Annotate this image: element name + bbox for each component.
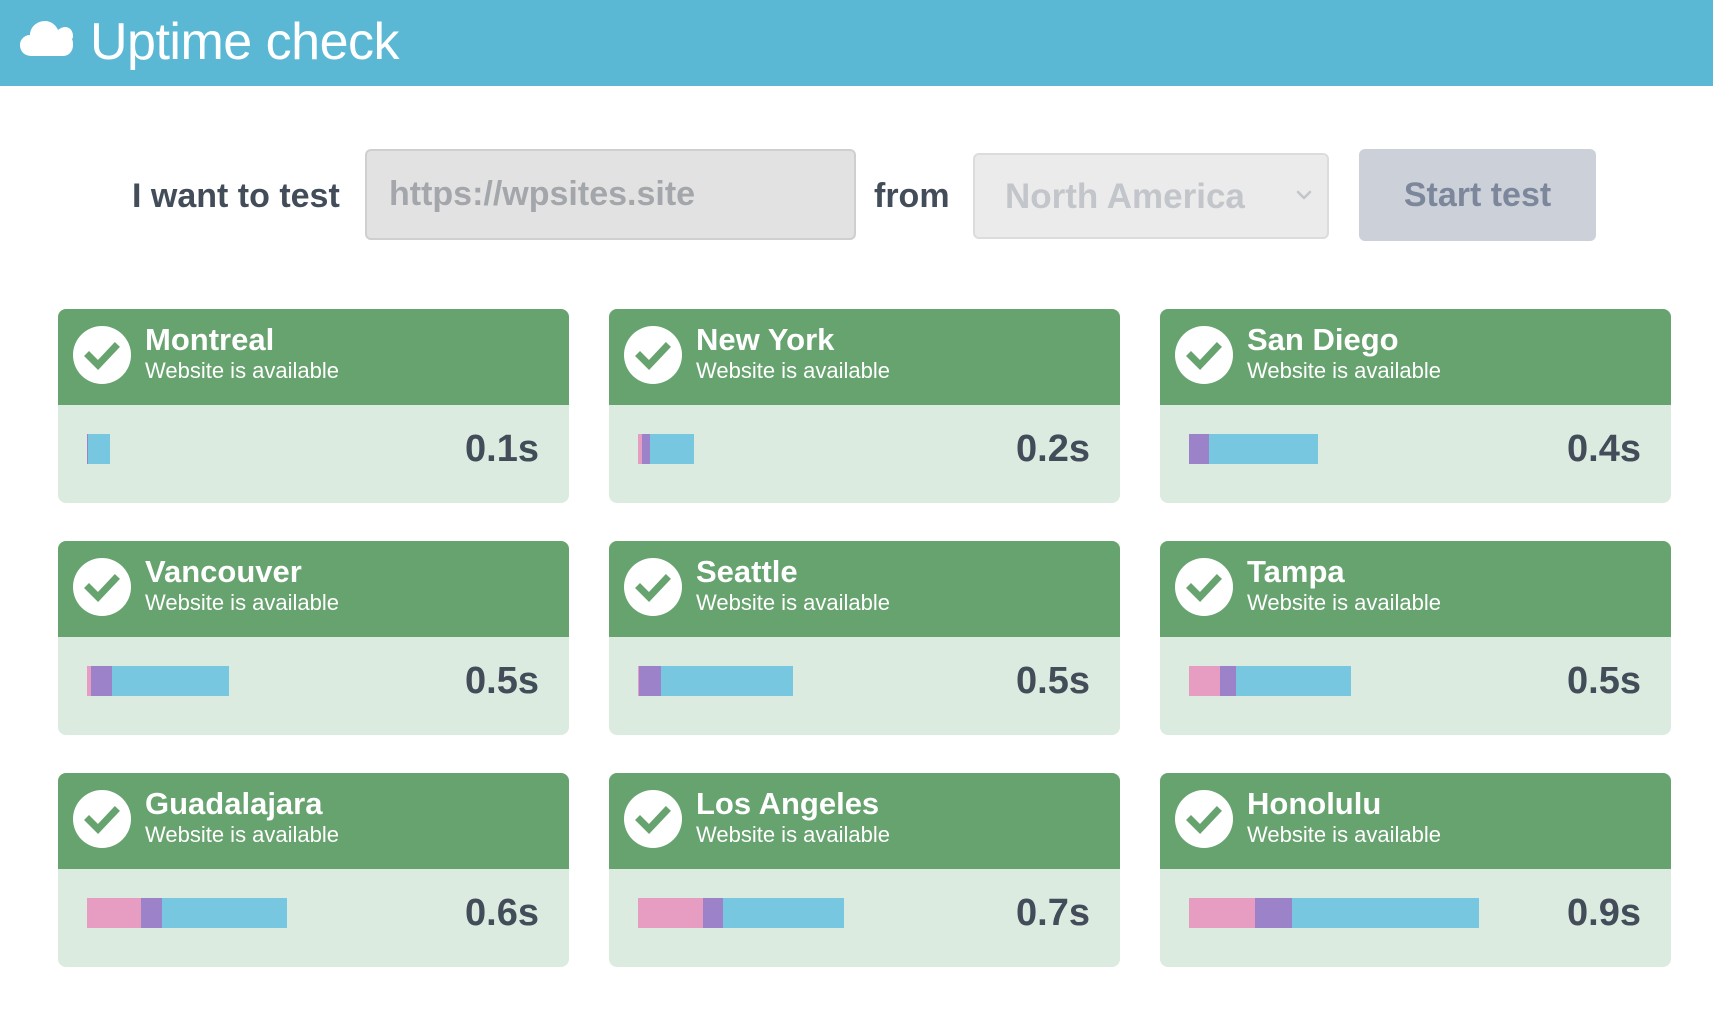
check-circle-icon	[73, 326, 131, 384]
timing-segment-blue	[162, 898, 287, 928]
timing-segment-purple	[642, 434, 650, 464]
timing-bar	[638, 898, 844, 928]
timing-segment-pink	[1189, 898, 1255, 928]
response-time: 0.5s	[465, 660, 539, 702]
availability-status: Website is available	[696, 358, 891, 383]
response-time: 0.9s	[1567, 892, 1641, 934]
timing-segment-blue	[1292, 898, 1479, 928]
city-name: Honolulu	[1247, 786, 1382, 821]
location-result-card: New York Website is available 0.2s	[609, 309, 1120, 503]
timing-segment-purple	[91, 666, 112, 696]
check-circle-icon	[1175, 790, 1233, 848]
availability-status: Website is available	[696, 590, 891, 615]
location-result-card: San Diego Website is available 0.4s	[1160, 309, 1671, 503]
test-url-label: I want to test	[132, 177, 340, 215]
response-time: 0.7s	[1016, 892, 1090, 934]
app-header: Uptime check	[0, 0, 1713, 86]
timing-bar	[87, 666, 229, 696]
location-result-card: Guadalajara Website is available 0.6s	[58, 773, 569, 967]
timing-segment-purple	[639, 666, 661, 696]
availability-status: Website is available	[1247, 590, 1442, 615]
timing-bar	[638, 666, 793, 696]
timing-bar	[87, 434, 110, 464]
location-result-card: Los Angeles Website is available 0.7s	[609, 773, 1120, 967]
check-circle-icon	[624, 790, 682, 848]
response-time: 0.1s	[465, 428, 539, 470]
card-header: Los Angeles Website is available	[609, 773, 1120, 869]
city-name: Tampa	[1247, 554, 1345, 589]
timing-segment-blue	[650, 434, 694, 464]
card-header: Montreal Website is available	[58, 309, 569, 405]
timing-bar	[1189, 434, 1318, 464]
timing-segment-pink	[1189, 666, 1220, 696]
card-header: Tampa Website is available	[1160, 541, 1671, 637]
timing-segment-blue	[661, 666, 793, 696]
card-header: Vancouver Website is available	[58, 541, 569, 637]
availability-status: Website is available	[696, 822, 891, 847]
check-circle-icon	[1175, 326, 1233, 384]
from-label: from	[874, 177, 950, 215]
check-circle-icon	[624, 558, 682, 616]
timing-segment-purple	[1189, 434, 1209, 464]
timing-segment-blue	[1209, 434, 1318, 464]
timing-bar	[638, 434, 694, 464]
card-header: San Diego Website is available	[1160, 309, 1671, 405]
location-result-card: Seattle Website is available 0.5s	[609, 541, 1120, 735]
response-time: 0.5s	[1567, 660, 1641, 702]
timing-segment-pink	[638, 898, 703, 928]
card-header: Honolulu Website is available	[1160, 773, 1671, 869]
city-name: Los Angeles	[696, 786, 880, 821]
url-input[interactable]	[365, 149, 856, 240]
availability-status: Website is available	[145, 358, 340, 383]
response-time: 0.5s	[1016, 660, 1090, 702]
city-name: New York	[696, 322, 835, 357]
timing-bar	[1189, 666, 1351, 696]
availability-status: Website is available	[1247, 358, 1442, 383]
timing-segment-purple	[703, 898, 723, 928]
region-select-value: North America	[1005, 177, 1245, 216]
location-result-card: Tampa Website is available 0.5s	[1160, 541, 1671, 735]
availability-status: Website is available	[145, 822, 340, 847]
city-name: Vancouver	[145, 554, 302, 589]
timing-segment-blue	[1236, 666, 1351, 696]
location-result-card: Honolulu Website is available 0.9s	[1160, 773, 1671, 967]
check-circle-icon	[73, 558, 131, 616]
region-select[interactable]: North America	[973, 153, 1329, 239]
location-result-card: Vancouver Website is available 0.5s	[58, 541, 569, 735]
card-header: Seattle Website is available	[609, 541, 1120, 637]
city-name: San Diego	[1247, 322, 1399, 357]
check-circle-icon	[73, 790, 131, 848]
response-time: 0.4s	[1567, 428, 1641, 470]
check-circle-icon	[624, 326, 682, 384]
response-time: 0.2s	[1016, 428, 1090, 470]
card-header: Guadalajara Website is available	[58, 773, 569, 869]
response-time: 0.6s	[465, 892, 539, 934]
timing-segment-purple	[141, 898, 162, 928]
timing-segment-pink	[87, 898, 141, 928]
timing-segment-purple	[1255, 898, 1292, 928]
app-title: Uptime check	[90, 13, 400, 71]
card-header: New York Website is available	[609, 309, 1120, 405]
availability-status: Website is available	[145, 590, 340, 615]
start-test-button[interactable]: Start test	[1359, 149, 1596, 241]
city-name: Seattle	[696, 554, 798, 589]
location-result-card: Montreal Website is available 0.1s	[58, 309, 569, 503]
city-name: Montreal	[145, 322, 275, 357]
chevron-down-icon	[1296, 190, 1312, 200]
city-name: Guadalajara	[145, 786, 323, 821]
timing-bar	[1189, 898, 1479, 928]
check-circle-icon	[1175, 558, 1233, 616]
timing-segment-blue	[88, 434, 110, 464]
timing-segment-blue	[723, 898, 844, 928]
availability-status: Website is available	[1247, 822, 1442, 847]
cloud-icon	[20, 21, 73, 56]
timing-segment-blue	[112, 666, 229, 696]
timing-segment-purple	[1220, 666, 1236, 696]
timing-bar	[87, 898, 287, 928]
